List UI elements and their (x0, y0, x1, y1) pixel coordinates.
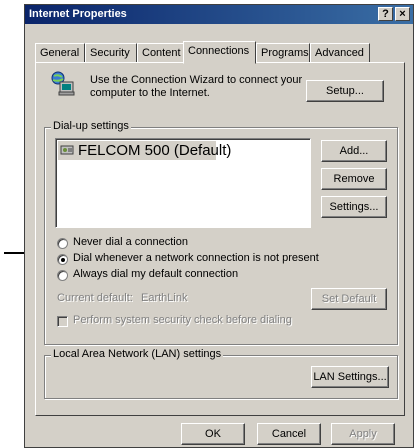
always-dial-label[interactable]: Always dial my default connection (73, 268, 238, 280)
dial-whenever-radio[interactable] (57, 254, 68, 265)
remove-button[interactable]: Remove (321, 168, 387, 190)
security-check-checkbox[interactable] (57, 316, 68, 327)
lan-settings-group: Local Area Network (LAN) settings LAN Se… (44, 348, 398, 399)
tab-programs[interactable]: Programs (256, 43, 310, 63)
set-default-button[interactable]: Set Default (311, 288, 387, 310)
tab-general[interactable]: General (35, 43, 85, 63)
tab-content[interactable]: Content (137, 43, 185, 63)
add-button[interactable]: Add... (321, 140, 387, 162)
current-default-value: EarthLink (141, 292, 188, 304)
lan-settings-title: Local Area Network (LAN) settings (51, 348, 224, 360)
dialup-connections-list[interactable]: FELCOM 500 (Default) (55, 138, 311, 228)
dialup-connection-icon (60, 143, 74, 157)
dialup-settings-title: Dial-up settings (51, 120, 131, 132)
settings-button[interactable]: Settings... (321, 196, 387, 218)
current-default-label: Current default: (57, 292, 133, 304)
connections-panel: Use the Connection Wizard to connect you… (35, 62, 405, 416)
tab-security[interactable]: Security (85, 43, 137, 63)
title-bar: Internet Properties ? × (25, 5, 413, 24)
security-check-label[interactable]: Perform system security check before dia… (73, 314, 292, 326)
window-title: Internet Properties (29, 8, 127, 20)
dialup-settings-group: Dial-up settings FELCOM 500 (Default) Ad… (44, 120, 398, 345)
never-dial-radio[interactable] (57, 238, 68, 249)
tab-connections[interactable]: Connections (183, 41, 256, 64)
cancel-button[interactable]: Cancel (257, 423, 321, 445)
never-dial-label[interactable]: Never dial a connection (73, 236, 188, 248)
radio-selected-dot (61, 258, 65, 262)
wizard-text-line1: Use the Connection Wizard to connect you… (90, 74, 303, 86)
wizard-text-line2: computer to the Internet. (90, 87, 210, 99)
always-dial-radio[interactable] (57, 270, 68, 281)
ok-button[interactable]: OK (181, 423, 245, 445)
tab-advanced[interactable]: Advanced (310, 43, 370, 63)
dialup-connection-label: FELCOM 500 (Default) (78, 142, 232, 159)
connection-wizard-icon (50, 71, 76, 97)
internet-properties-dialog: Internet Properties ? × General Security… (24, 4, 414, 448)
lan-settings-button[interactable]: LAN Settings... (311, 366, 389, 388)
dial-whenever-label[interactable]: Dial whenever a network connection is no… (73, 252, 319, 264)
help-button[interactable]: ? (378, 7, 393, 21)
apply-button[interactable]: Apply (331, 423, 395, 445)
setup-button[interactable]: Setup... (306, 80, 384, 102)
list-item[interactable]: FELCOM 500 (Default) (58, 141, 231, 160)
close-button[interactable]: × (395, 7, 410, 21)
